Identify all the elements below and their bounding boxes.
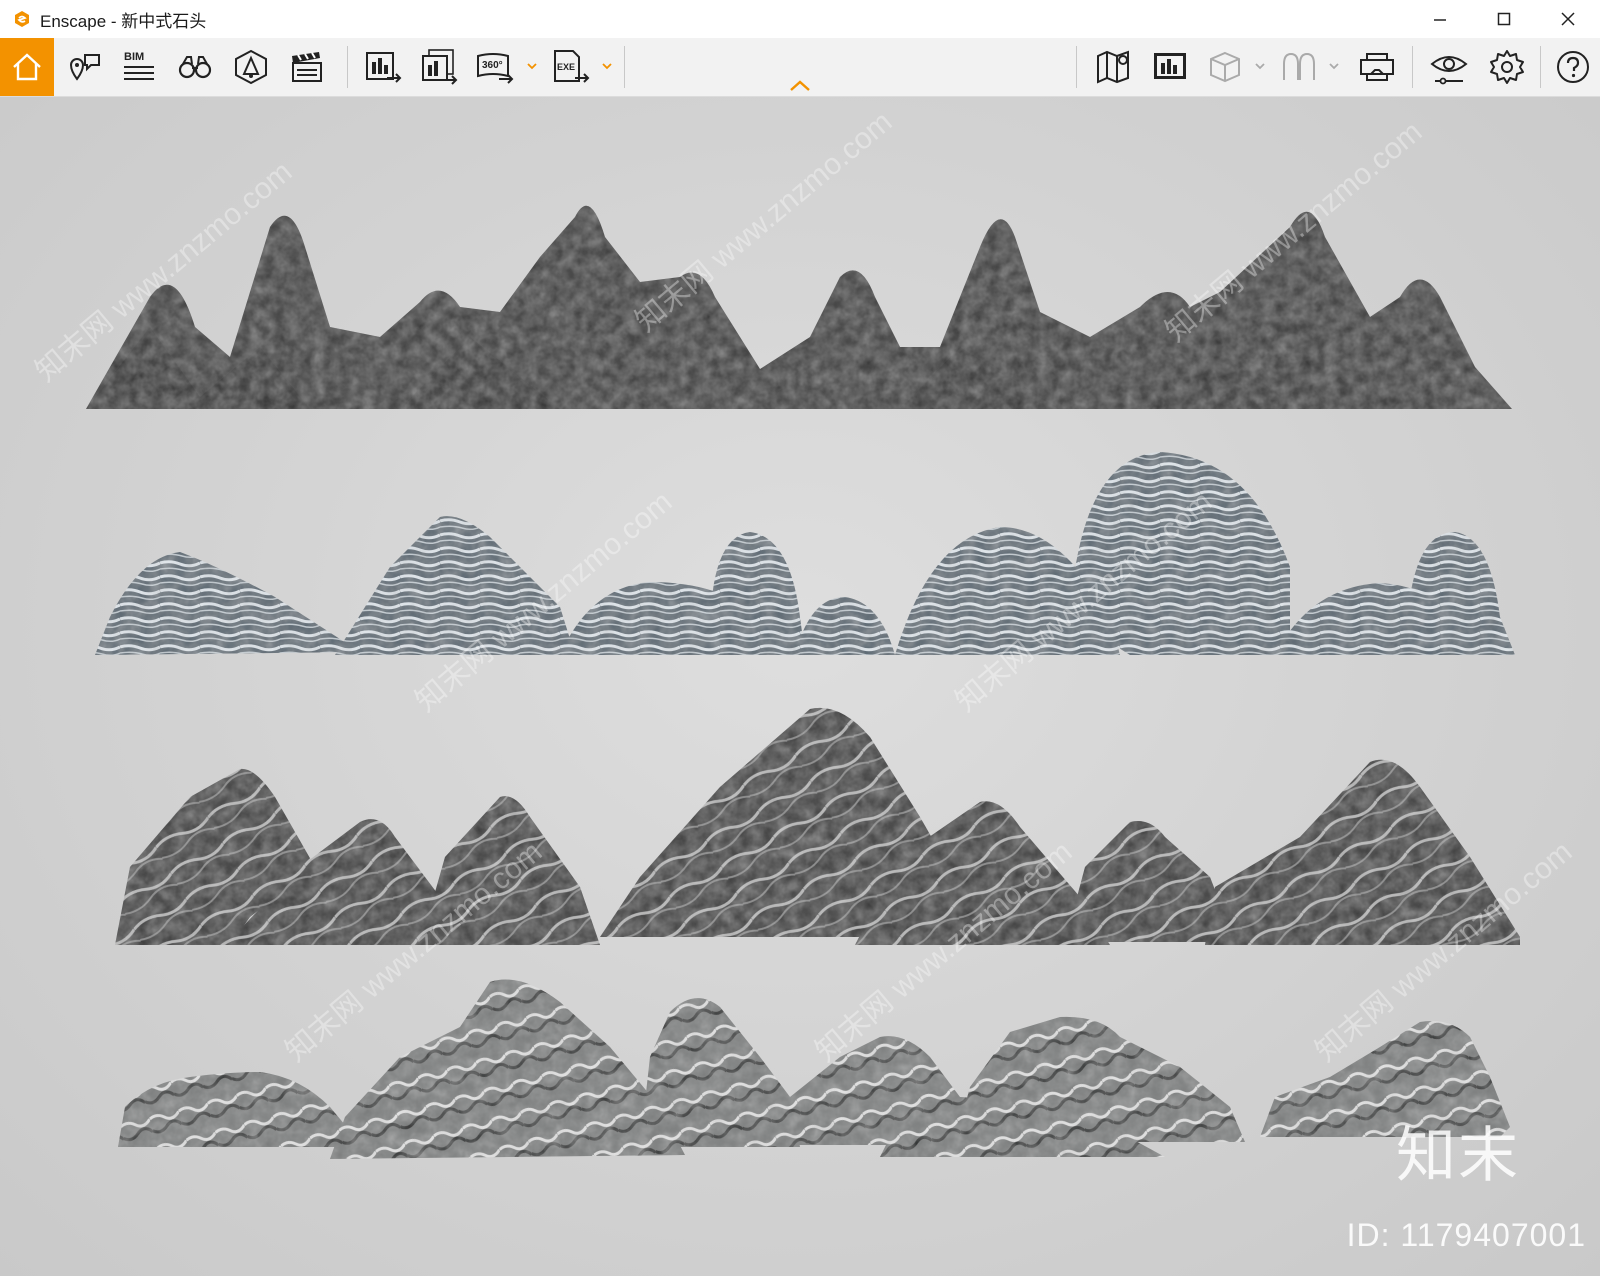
home-icon — [13, 53, 41, 81]
svg-text:BIM: BIM — [124, 51, 144, 63]
toolbar-separator — [1412, 46, 1413, 88]
toolbar-separator — [624, 46, 625, 88]
exe-export-icon: EXE — [554, 50, 590, 83]
object-button[interactable] — [1202, 38, 1248, 96]
vr-headset-icon — [1360, 53, 1394, 81]
asset-library-icon — [1154, 53, 1186, 79]
minimize-icon — [1434, 19, 1446, 21]
chevron-down-icon[interactable] — [526, 60, 538, 72]
panorama-button[interactable]: 360° — [470, 38, 520, 96]
render-viewport[interactable]: 知末网 www.znzmo.com 知末网 www.znzmo.com 知末网 … — [0, 97, 1600, 1276]
batch-render-button[interactable] — [414, 38, 464, 96]
light-view-icon — [235, 49, 267, 85]
cube-icon — [1210, 51, 1240, 83]
watermark-id: ID: 1179407001 — [1346, 1217, 1586, 1253]
help-icon — [1557, 51, 1589, 83]
settings-button[interactable] — [1482, 38, 1532, 96]
window-title: Enscape - 新中式石头 — [40, 11, 207, 31]
tree-icon — [1283, 52, 1315, 80]
views-button[interactable] — [62, 38, 108, 96]
asset-library-button[interactable] — [1146, 38, 1194, 96]
watermark-logo: 知末 — [1396, 1121, 1520, 1191]
svg-text:360°: 360° — [482, 60, 503, 71]
svg-text:EXE: EXE — [557, 62, 575, 72]
rock-models-render — [86, 205, 1520, 1159]
video-editor-button[interactable] — [284, 38, 330, 96]
light-view-button[interactable] — [228, 38, 274, 96]
home-button[interactable] — [0, 38, 54, 96]
vegetation-button[interactable] — [1276, 38, 1322, 96]
toolbar-separator — [1076, 46, 1077, 88]
close-icon — [1561, 12, 1575, 26]
enscape-logo-icon — [12, 9, 32, 29]
maximize-icon — [1497, 12, 1511, 26]
vr-button[interactable] — [1352, 38, 1402, 96]
binoculars-icon — [178, 56, 212, 79]
help-button[interactable] — [1548, 38, 1598, 96]
bim-button[interactable]: BIM — [116, 38, 162, 96]
rock-row-banded-hills — [95, 452, 1515, 655]
rock-row-marbled-peaks — [115, 707, 1520, 945]
chevron-down-icon[interactable] — [1328, 60, 1340, 72]
collapse-toolbar-icon[interactable] — [787, 78, 813, 94]
chevron-down-icon[interactable] — [601, 60, 613, 72]
close-button[interactable] — [1536, 0, 1600, 38]
map-pin-chat-icon — [69, 54, 100, 81]
panorama-export-icon: 360° — [477, 53, 514, 84]
clapperboard-icon — [292, 52, 322, 82]
map-icon — [1097, 50, 1129, 84]
bim-icon: BIM — [124, 51, 154, 80]
eye-settings-icon — [1430, 56, 1468, 85]
map-button[interactable] — [1090, 38, 1138, 96]
chevron-down-icon[interactable] — [1254, 60, 1266, 72]
visual-settings-button[interactable] — [1424, 38, 1474, 96]
maximize-button[interactable] — [1472, 0, 1536, 38]
gear-icon — [1490, 50, 1524, 84]
toolbar-separator — [347, 46, 348, 88]
title-bar: Enscape - 新中式石头 — [0, 0, 1600, 38]
toolbar-separator — [1540, 46, 1541, 88]
minimize-button[interactable] — [1408, 0, 1472, 38]
screenshot-button[interactable] — [358, 38, 408, 96]
exe-export-button[interactable]: EXE — [546, 38, 596, 96]
walk-mode-button[interactable] — [172, 38, 218, 96]
batch-export-icon — [422, 49, 458, 85]
screenshot-export-icon — [366, 52, 402, 83]
